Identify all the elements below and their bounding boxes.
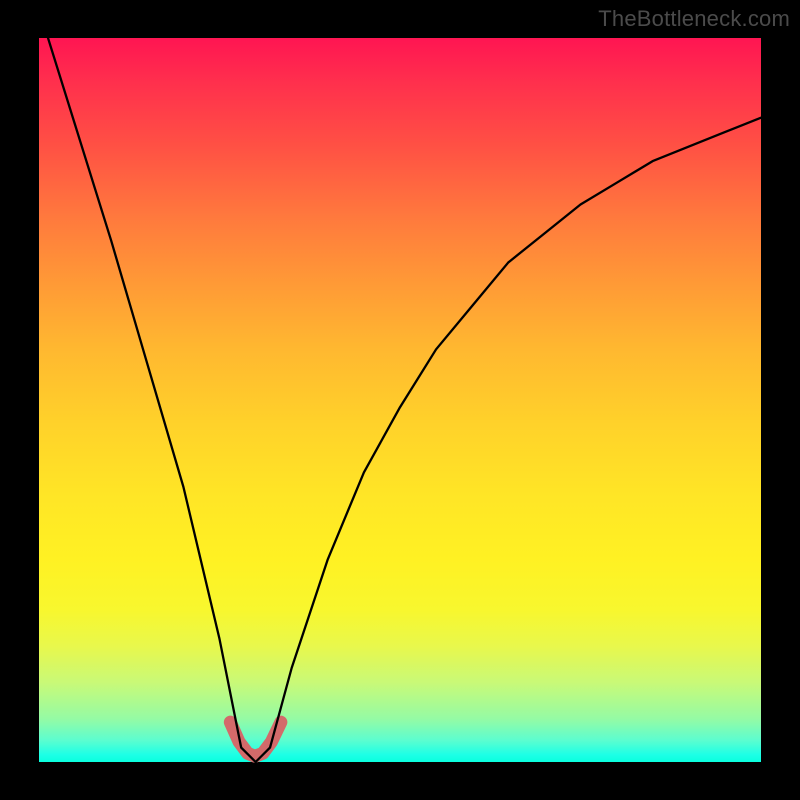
chart-frame: TheBottleneck.com <box>0 0 800 800</box>
chart-plot-area <box>39 38 761 762</box>
watermark-text: TheBottleneck.com <box>598 6 790 32</box>
